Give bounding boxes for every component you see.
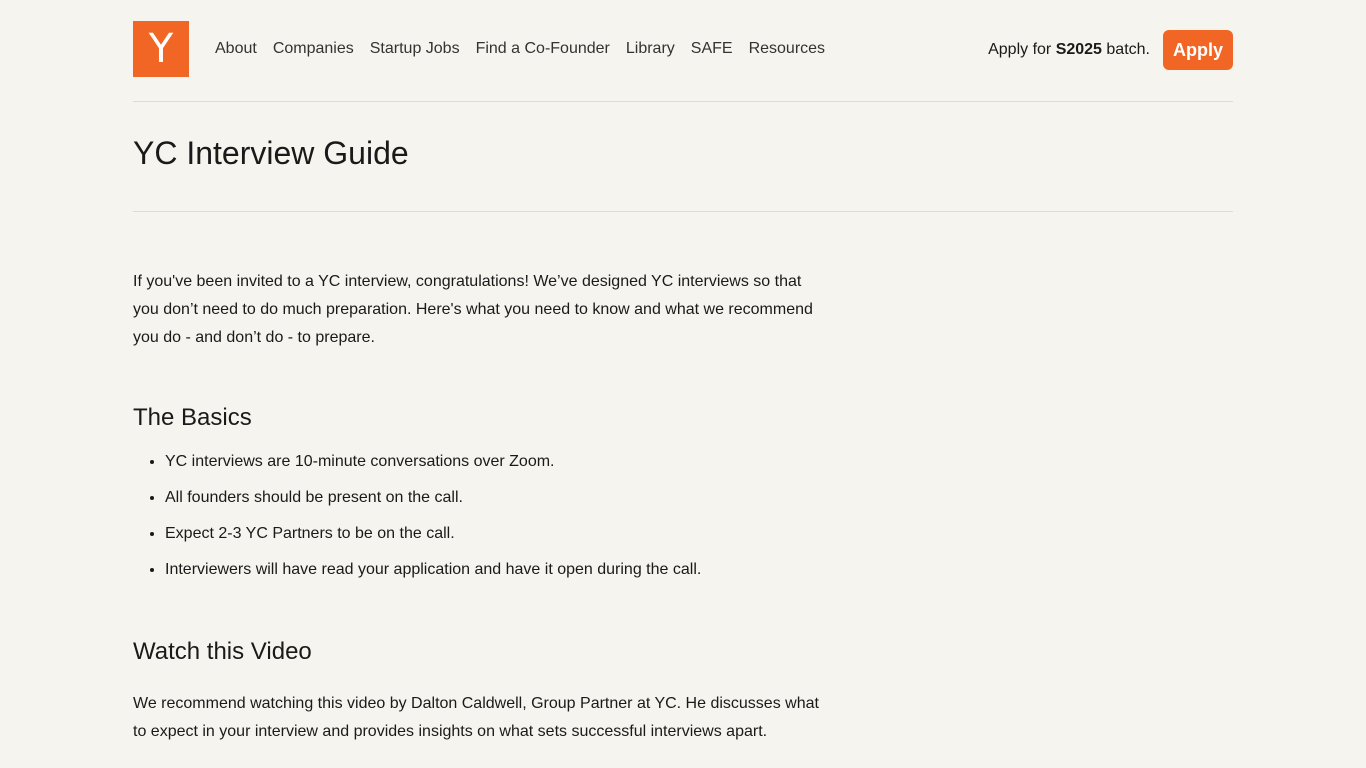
apply-batch-text: Apply for S2025 batch. — [988, 41, 1150, 59]
nav-find-cofounder[interactable]: Find a Co-Founder — [476, 39, 610, 59]
apply-area: Apply for S2025 batch. Apply — [988, 30, 1233, 70]
page-title: YC Interview Guide — [133, 135, 409, 171]
main-nav: About Companies Startup Jobs Find a Co-F… — [215, 39, 841, 59]
apply-suffix: batch. — [1106, 41, 1150, 58]
video-heading: Watch this Video — [133, 638, 312, 665]
site-header: Y About Companies Startup Jobs Find a Co… — [133, 21, 1233, 102]
basics-list: YC interviews are 10-minute conversation… — [133, 452, 823, 580]
nav-resources[interactable]: Resources — [749, 39, 825, 59]
nav-startup-jobs[interactable]: Startup Jobs — [370, 39, 460, 59]
yc-logo[interactable]: Y — [133, 21, 189, 77]
nav-about[interactable]: About — [215, 39, 257, 59]
list-item: Expect 2-3 YC Partners to be on the call… — [165, 524, 823, 544]
page: Y About Companies Startup Jobs Find a Co… — [0, 0, 1366, 768]
list-item: All founders should be present on the ca… — [165, 488, 823, 508]
basics-heading: The Basics — [133, 404, 252, 431]
intro-paragraph: If you've been invited to a YC interview… — [133, 273, 813, 346]
title-section: YC Interview Guide — [133, 101, 1233, 212]
video-intro-paragraph: We recommend watching this video by Dalt… — [133, 695, 819, 740]
nav-companies[interactable]: Companies — [273, 39, 354, 59]
apply-button[interactable]: Apply — [1163, 30, 1233, 70]
article-content: If you've been invited to a YC interview… — [133, 268, 823, 746]
list-item: YC interviews are 10-minute conversation… — [165, 452, 823, 472]
list-item: Interviewers will have read your applica… — [165, 560, 823, 580]
nav-library[interactable]: Library — [626, 39, 675, 59]
nav-safe[interactable]: SAFE — [691, 39, 733, 59]
batch-name: S2025 — [1055, 41, 1102, 58]
apply-prefix: Apply for — [988, 41, 1052, 58]
